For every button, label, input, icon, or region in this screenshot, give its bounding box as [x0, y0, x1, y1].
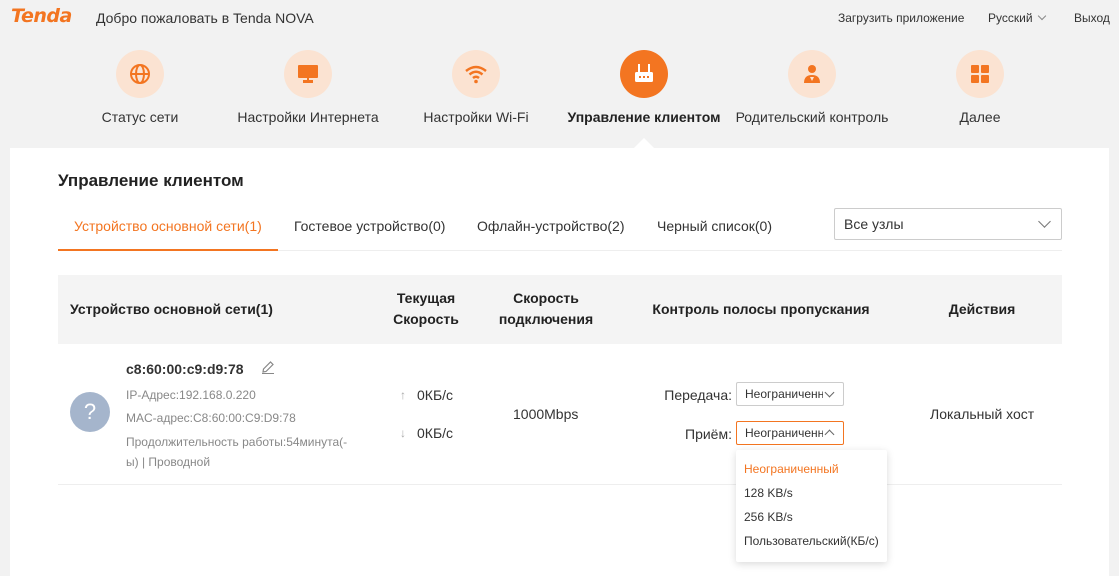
nav-client-management[interactable]: Управление клиентом — [559, 50, 729, 125]
parent-icon — [788, 50, 836, 98]
header-current-speed: Текущая Скорость — [376, 288, 476, 330]
welcome-text: Добро пожаловать в Tenda NOVA — [96, 10, 314, 26]
header-bandwidth: Контроль полосы пропускания — [652, 301, 870, 317]
nav-network-status[interactable]: Статус сети — [55, 50, 225, 125]
device-uptime-connection: ы) | Проводной — [126, 455, 211, 469]
language-selector[interactable]: Русский — [988, 11, 1046, 25]
nav-more[interactable]: Далее — [895, 50, 1065, 125]
tab-guest-devices[interactable]: Гостевое устройство(0) — [294, 218, 445, 234]
header-link-speed-line1: Скорость — [513, 290, 579, 306]
nav-label: Родительский контроль — [735, 109, 889, 125]
tx-limit-value: Неограниченный — [745, 387, 823, 401]
header-current-speed-line1: Текущая — [396, 290, 456, 306]
nav-label: Далее — [959, 109, 1001, 125]
rx-limit-dropdown: Неограниченный 128 KB/s 256 KB/s Пользов… — [736, 450, 887, 562]
header-actions: Действия — [948, 301, 1016, 317]
device-mac-address: MAC-адрес:C8:60:00:C9:D9:78 — [126, 411, 296, 425]
action-local-host: Локальный хост — [930, 406, 1035, 422]
download-arrow-icon: ↓ — [400, 426, 406, 440]
header-link-speed-line2: подключения — [498, 311, 594, 327]
table-header: Устройство основной сети(1) Текущая Скор… — [58, 275, 1062, 344]
rx-limit-select[interactable]: Неограниченный — [736, 421, 844, 445]
globe-icon — [116, 50, 164, 98]
upload-speed: 0КБ/с — [417, 387, 454, 403]
node-filter-select[interactable]: Все узлы — [834, 208, 1062, 240]
header-current-speed-line2: Скорость — [393, 311, 459, 327]
logout-link[interactable]: Выход — [1074, 11, 1110, 25]
tab-underline — [58, 249, 278, 251]
top-bar: Tenda Добро пожаловать в Tenda NOVA Загр… — [0, 0, 1119, 36]
nav-parental-control[interactable]: Родительский контроль — [727, 50, 897, 125]
router-icon — [620, 50, 668, 98]
download-speed: 0КБ/с — [417, 425, 454, 441]
main-nav: Статус сети Настройки Интернета Настройк… — [0, 50, 1119, 140]
tx-label: Передача: — [664, 387, 732, 403]
device-name: c8:60:00:c9:d9:78 — [126, 361, 244, 377]
tab-blacklist[interactable]: Черный список(0) — [657, 218, 772, 234]
upload-arrow-icon: ↑ — [400, 388, 406, 402]
header-device: Устройство основной сети(1) — [70, 301, 273, 317]
nav-label: Статус сети — [101, 109, 179, 125]
chevron-up-icon — [824, 429, 835, 440]
tab-main-network[interactable]: Устройство основной сети(1) — [74, 218, 262, 234]
language-label: Русский — [988, 11, 1033, 25]
rx-label: Приём: — [685, 426, 732, 442]
node-filter-value: Все узлы — [844, 216, 904, 232]
download-app-link[interactable]: Загрузить приложение — [838, 11, 964, 25]
header-link-speed: Скорость подключения — [486, 288, 606, 330]
rx-limit-value: Неограниченный — [745, 426, 823, 440]
tab-offline-devices[interactable]: Офлайн-устройство(2) — [477, 218, 625, 234]
nav-internet-settings[interactable]: Настройки Интернета — [223, 50, 393, 125]
tx-limit-select[interactable]: Неограниченный — [736, 382, 844, 406]
table-row: ? c8:60:00:c9:d9:78 IP-Адрес:192.168.0.2… — [58, 344, 1062, 485]
nav-wifi-settings[interactable]: Настройки Wi-Fi — [391, 50, 561, 125]
page-title: Управление клиентом — [58, 171, 244, 190]
monitor-icon — [284, 50, 332, 98]
chevron-down-icon — [1037, 11, 1046, 21]
link-speed: 1000Mbps — [513, 406, 579, 422]
dropdown-option-128[interactable]: 128 KB/s — [744, 486, 793, 500]
chevron-down-icon — [824, 387, 835, 398]
device-avatar: ? — [70, 392, 110, 432]
grid-icon — [956, 50, 1004, 98]
dropdown-option-256[interactable]: 256 KB/s — [744, 510, 793, 524]
dropdown-option-custom[interactable]: Пользовательский(КБ/с) — [744, 534, 879, 548]
dropdown-option-unlimited[interactable]: Неограниченный — [744, 462, 839, 476]
tenda-logo: Tenda — [11, 5, 72, 27]
content-panel: Управление клиентом Устройство основной … — [10, 148, 1109, 576]
nav-label: Настройки Интернета — [237, 109, 379, 125]
wifi-icon — [452, 50, 500, 98]
chevron-down-icon — [1038, 215, 1051, 228]
nav-label: Настройки Wi-Fi — [423, 109, 529, 125]
nav-label: Управление клиентом — [567, 109, 721, 125]
nav-active-pointer — [634, 138, 654, 148]
device-ip: IP-Адрес:192.168.0.220 — [126, 388, 256, 402]
pencil-icon[interactable] — [261, 360, 275, 379]
device-uptime: Продолжительность работы:54минута(- — [126, 435, 348, 449]
